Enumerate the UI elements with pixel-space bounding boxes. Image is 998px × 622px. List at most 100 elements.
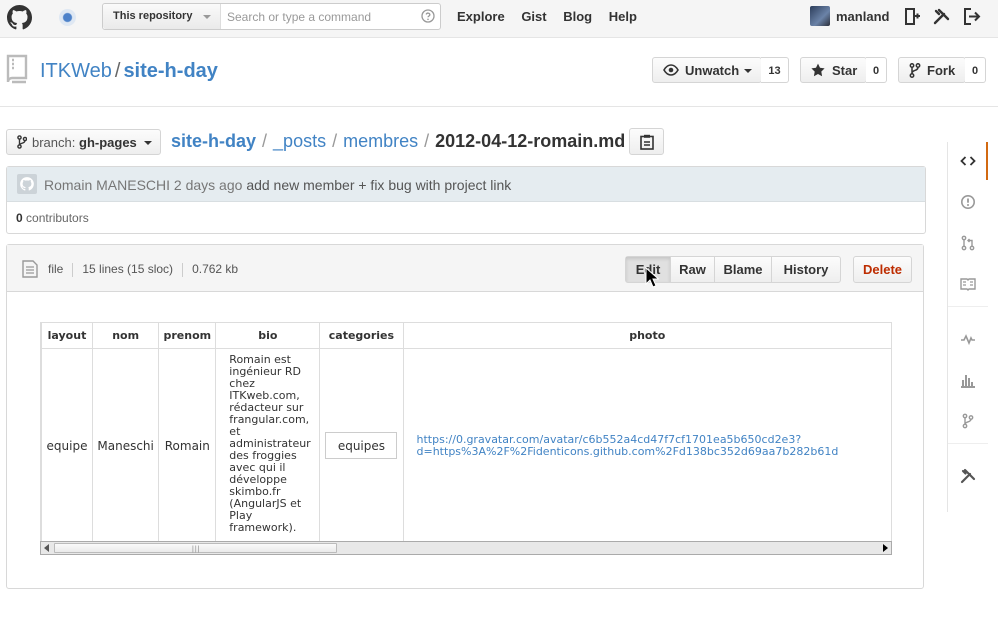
repo-owner-link[interactable]: ITKWeb xyxy=(40,60,112,82)
create-repo-icon[interactable] xyxy=(904,8,920,25)
contributors-count: 0 xyxy=(16,211,23,225)
table-horizontal-scrollbar[interactable]: ||| xyxy=(40,541,892,555)
table-row: equipe Maneschi Romain Romain est ingéni… xyxy=(41,348,892,541)
sidebar-item-code[interactable] xyxy=(948,142,988,180)
breadcrumb-root-link[interactable]: site-h-day xyxy=(171,131,256,151)
eye-icon xyxy=(663,64,679,76)
file-info: file 15 lines (15 sloc) 0.762 kb xyxy=(48,262,238,277)
copy-path-button[interactable] xyxy=(629,128,664,155)
bio-line: frangular.com, xyxy=(229,413,310,426)
frontmatter-table-container: layout nom prenom bio categories photo e… xyxy=(40,322,892,541)
nav-gist-link[interactable]: Gist xyxy=(521,9,546,24)
forks-count[interactable]: 0 xyxy=(965,57,986,83)
star-button[interactable]: Star xyxy=(800,57,867,83)
commit-age: 2 days ago xyxy=(173,177,243,193)
column-header-layout: layout xyxy=(41,322,93,349)
unwatch-label: Unwatch xyxy=(685,63,740,78)
raw-button[interactable]: Raw xyxy=(671,257,715,282)
scroll-right-arrow-icon[interactable] xyxy=(883,544,888,552)
scroll-left-arrow-icon[interactable] xyxy=(44,544,49,552)
sidebar-item-pull-requests[interactable] xyxy=(948,224,988,262)
sidebar-item-network[interactable] xyxy=(948,402,988,440)
repo-icon xyxy=(5,54,29,86)
breadcrumb-separator: / xyxy=(262,131,268,151)
sidebar-item-settings[interactable] xyxy=(948,457,988,495)
nav-explore-link[interactable]: Explore xyxy=(457,9,505,24)
cell-layout: equipe xyxy=(41,348,93,541)
repo-title-separator: / xyxy=(114,60,121,82)
watchers-count[interactable]: 13 xyxy=(761,57,789,83)
sidebar-item-issues[interactable] xyxy=(948,183,988,221)
graphs-icon xyxy=(961,375,975,388)
branch-select-button[interactable]: branch: gh-pages xyxy=(6,129,161,155)
photo-url-line: d=https%3A%2F%2Fidenticons.github.com%2F… xyxy=(416,444,839,458)
divider xyxy=(72,262,74,277)
nav-help-link[interactable]: Help xyxy=(609,9,637,24)
github-logo-icon[interactable] xyxy=(7,5,32,30)
author-avatar xyxy=(17,174,37,194)
file-size: 0.762 kb xyxy=(192,262,239,276)
column-header-photo: photo xyxy=(402,322,892,349)
issues-icon xyxy=(961,195,975,209)
frontmatter-table: layout nom prenom bio categories photo e… xyxy=(41,322,892,541)
repo-name-link[interactable]: site-h-day xyxy=(123,60,217,82)
sidebar-item-graphs[interactable] xyxy=(948,361,988,399)
commit-message-link[interactable]: add new member + fix bug with project li… xyxy=(246,177,511,193)
search-input[interactable] xyxy=(225,7,411,26)
sign-out-icon[interactable] xyxy=(963,8,981,25)
repo-title: ITKWeb / site-h-day xyxy=(40,60,218,83)
site-header: This repository Explore Gist Blog Help m… xyxy=(0,0,998,38)
breadcrumb-membres-link[interactable]: membres xyxy=(343,131,418,151)
chevron-down-icon xyxy=(144,141,152,145)
column-header-bio: bio xyxy=(215,322,321,349)
file-lines: 15 lines (15 sloc) xyxy=(82,262,174,276)
breadcrumb-separator: / xyxy=(332,131,338,151)
bio-line: framework). xyxy=(229,521,297,534)
divider xyxy=(182,262,184,277)
fork-button[interactable]: Fork xyxy=(898,57,966,83)
blame-button[interactable]: Blame xyxy=(715,257,772,282)
cell-bio: Romain est ingénieur RD chez ITKweb.com,… xyxy=(215,348,321,541)
breadcrumb-posts-link[interactable]: _posts xyxy=(273,131,326,151)
branch-icon xyxy=(17,135,27,149)
repo-sidebar-nav xyxy=(947,142,988,512)
notification-indicator-icon[interactable] xyxy=(59,9,76,26)
history-button[interactable]: History xyxy=(772,257,840,282)
latest-commit-bar: Romain MANESCHI 2 days ago add new membe… xyxy=(7,167,925,202)
breadcrumb-separator: / xyxy=(424,131,430,151)
settings-icon xyxy=(960,468,976,484)
user-avatar[interactable] xyxy=(810,6,830,26)
column-header-prenom: prenom xyxy=(158,322,217,349)
contributors-summary[interactable]: 0 contributors xyxy=(16,211,89,225)
breadcrumb-filename: 2012-04-12-romain.md xyxy=(435,131,626,151)
repo-header: ITKWeb / site-h-day Unwatch 13 Star 0 Fork… xyxy=(0,39,998,107)
username-link[interactable]: manland xyxy=(836,9,889,24)
cell-photo: https://0.gravatar.com/avatar/c6b552a4cd… xyxy=(402,348,892,541)
contributors-label: contributors xyxy=(26,211,89,225)
photo-url-link[interactable]: https://0.gravatar.com/avatar/c6b552a4cd… xyxy=(416,433,891,458)
divider xyxy=(948,443,988,444)
pull-requests-icon xyxy=(961,235,975,251)
stars-count[interactable]: 0 xyxy=(866,57,887,83)
delete-button[interactable]: Delete xyxy=(853,256,912,283)
star-icon xyxy=(811,63,825,77)
commit-author[interactable]: Romain MANESCHI xyxy=(44,177,170,193)
breadcrumb: site-h-day / _posts / membres/2012-04-12-rom… xyxy=(171,131,625,152)
column-header-nom: nom xyxy=(91,322,160,349)
sidebar-item-wiki[interactable] xyxy=(948,265,988,303)
commit-summary: Romain MANESCHI 2 days ago add new membe… xyxy=(44,177,511,193)
branch-prefix: branch: xyxy=(32,135,76,150)
scrollbar-thumb[interactable]: ||| xyxy=(54,543,337,553)
file-type: file xyxy=(48,262,64,276)
sidebar-item-pulse[interactable] xyxy=(948,320,988,358)
help-icon[interactable] xyxy=(421,9,435,23)
grip-icon: ||| xyxy=(192,546,201,553)
unwatch-button[interactable]: Unwatch xyxy=(652,57,762,83)
account-settings-icon[interactable] xyxy=(933,8,950,25)
commit-tease: Romain MANESCHI 2 days ago add new membe… xyxy=(6,166,926,234)
search-scope-label: This repository xyxy=(113,10,193,22)
file-header: file15 lines (15 sloc)0.762 kb Edit Raw … xyxy=(7,245,923,292)
nav-blog-link[interactable]: Blog xyxy=(563,9,592,24)
search-scope-select[interactable]: This repository xyxy=(103,4,221,29)
divider xyxy=(948,306,988,307)
